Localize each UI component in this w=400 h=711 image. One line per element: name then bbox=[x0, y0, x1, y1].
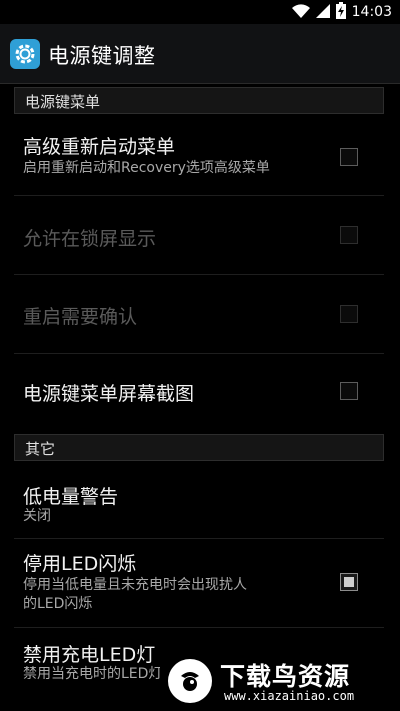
action-bar: 电源键调整 bbox=[0, 24, 400, 84]
section-header-label: 电源键菜单 bbox=[25, 93, 101, 111]
pref-title: 低电量警告 bbox=[23, 486, 119, 508]
pref-title: 停用LED闪烁 bbox=[23, 553, 137, 575]
pref-summary-line2: 的LED闪烁 bbox=[23, 596, 93, 612]
reboot-confirm-checkbox[interactable] bbox=[340, 305, 358, 323]
watermark-url: www.xiazainiao.com bbox=[224, 689, 355, 703]
pref-screenshot[interactable]: 电源键菜单屏幕截图 bbox=[0, 354, 400, 430]
pref-summary: 启用重新启动和Recovery选项高级菜单 bbox=[23, 160, 270, 176]
pref-title: 重启需要确认 bbox=[23, 306, 138, 328]
pref-advanced-reboot[interactable]: 高级重新启动菜单 启用重新启动和Recovery选项高级菜单 bbox=[0, 118, 400, 194]
watermark: 下载鸟资源 www.xiazainiao.com bbox=[160, 653, 392, 711]
pref-lockscreen[interactable]: 允许在锁屏显示 bbox=[0, 196, 400, 274]
page-title: 电源键调整 bbox=[48, 44, 156, 68]
status-time: 14:03 bbox=[351, 4, 392, 20]
settings-gear-icon[interactable] bbox=[10, 39, 40, 69]
wifi-icon bbox=[291, 3, 310, 22]
section-header-power-menu: 电源键菜单 bbox=[14, 87, 384, 114]
pref-title: 允许在锁屏显示 bbox=[23, 228, 157, 250]
pref-disable-led-flash[interactable]: 停用LED闪烁 停用当低电量且未充电时会出现扰人 的LED闪烁 bbox=[0, 539, 400, 627]
section-header-label: 其它 bbox=[25, 440, 56, 458]
pref-title: 禁用充电LED灯 bbox=[23, 644, 156, 666]
status-bar: 14:03 bbox=[0, 0, 400, 24]
signal-icon bbox=[315, 3, 330, 22]
pref-summary: 关闭 bbox=[23, 508, 51, 524]
pref-title: 电源键菜单屏幕截图 bbox=[23, 383, 195, 405]
pref-title: 高级重新启动菜单 bbox=[23, 136, 176, 158]
disable-led-flash-checkbox[interactable] bbox=[340, 573, 358, 591]
pref-low-battery-warning[interactable]: 低电量警告 关闭 bbox=[0, 466, 400, 538]
battery-charging-icon bbox=[335, 1, 346, 23]
lockscreen-checkbox[interactable] bbox=[340, 226, 358, 244]
advanced-reboot-checkbox[interactable] bbox=[340, 148, 358, 166]
screenshot-checkbox[interactable] bbox=[340, 382, 358, 400]
section-header-other: 其它 bbox=[14, 434, 384, 461]
pref-summary-line1: 停用当低电量且未充电时会出现扰人 bbox=[23, 577, 247, 593]
watermark-text: 下载鸟资源 bbox=[220, 662, 351, 691]
bird-logo-icon bbox=[168, 659, 212, 703]
pref-summary: 禁用当充电时的LED灯 bbox=[23, 666, 163, 682]
pref-reboot-confirm[interactable]: 重启需要确认 bbox=[0, 275, 400, 353]
